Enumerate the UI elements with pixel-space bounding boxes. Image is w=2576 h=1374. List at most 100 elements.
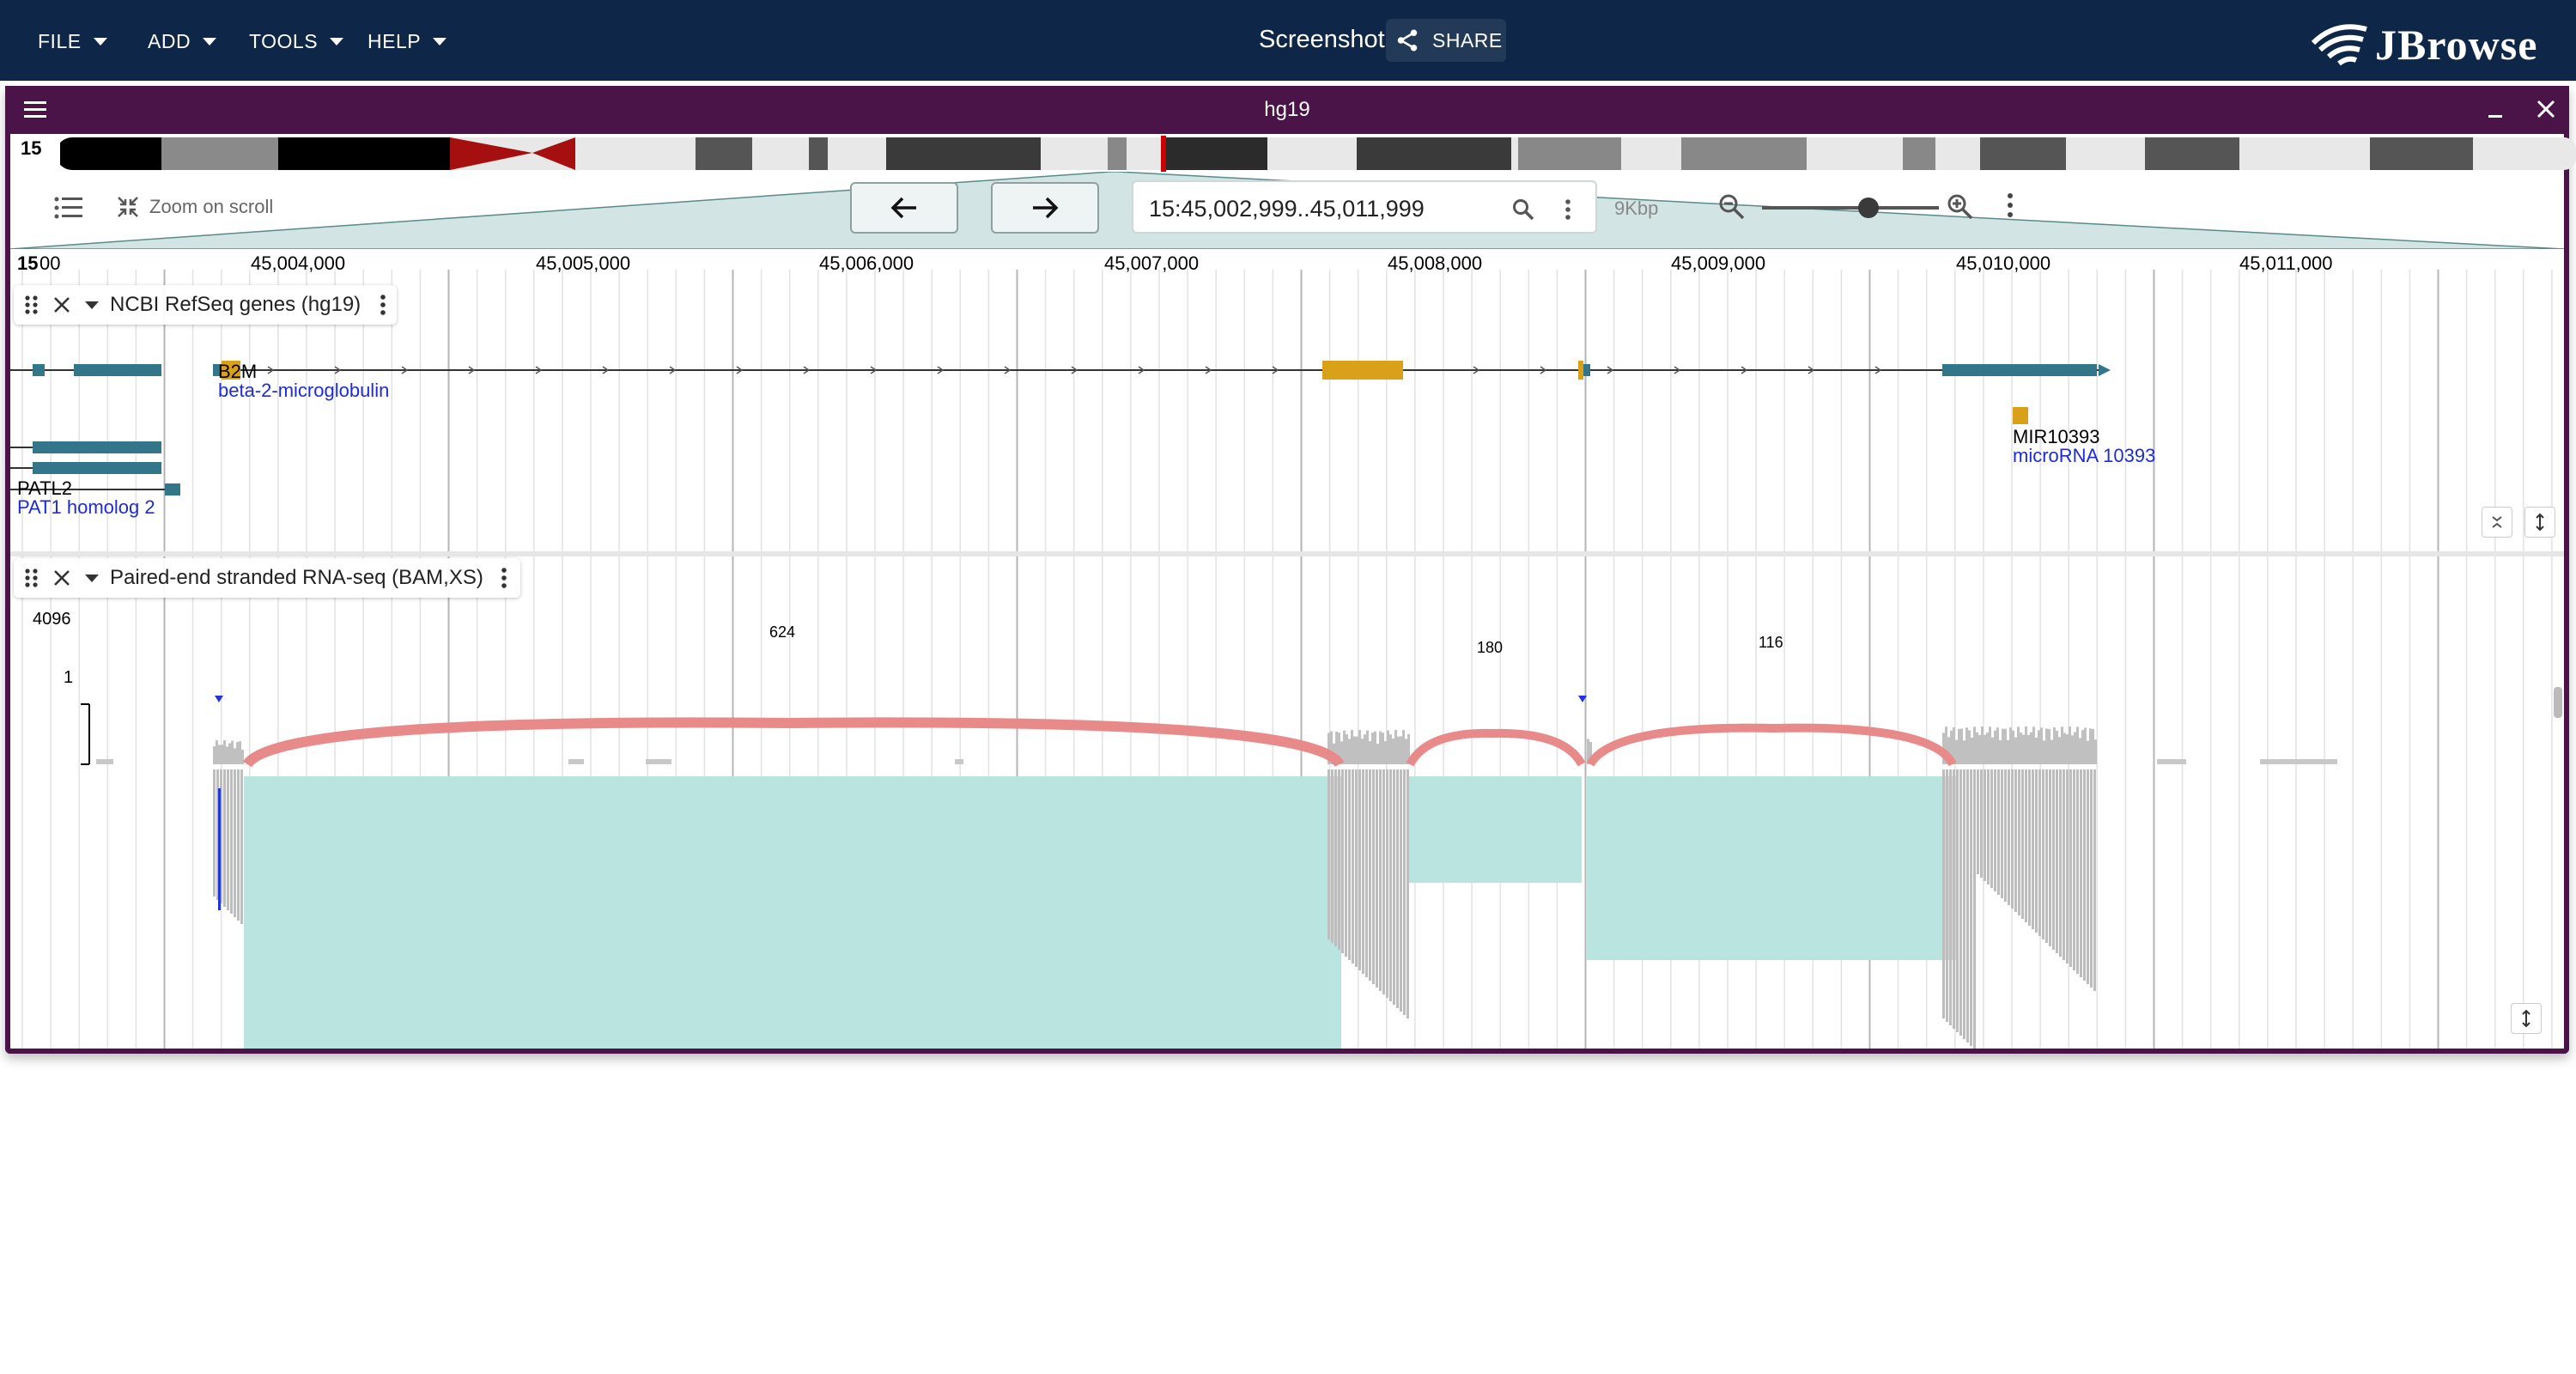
collapse-triangle-icon[interactable] [82,569,101,587]
read-column [1406,769,1409,1018]
coverage-bar [1402,730,1405,764]
collapse-track-button[interactable] [2482,507,2512,538]
coverage-bar [1394,730,1397,764]
splice-junction-arc[interactable] [1406,728,1586,767]
close-icon[interactable] [2533,96,2559,122]
file-menu[interactable]: FILE [38,26,107,57]
location-search-input[interactable]: 15:45,002,999..45,011,999 [1132,180,1597,234]
close-track-icon[interactable] [52,295,72,315]
coverage-bar [1371,733,1374,764]
coverage-bar [1400,736,1402,764]
session-title[interactable]: Screenshot [1259,26,1385,54]
b2m-exon[interactable] [1942,364,2097,376]
coverage-bar [1356,736,1358,764]
chromosome-ideogram[interactable] [60,136,2576,172]
spliced-read-gap[interactable] [244,776,1341,1049]
patl2-exon[interactable] [33,441,161,453]
pan-left-button[interactable] [850,182,958,234]
read-column [1331,769,1334,943]
zoom-slider-thumb[interactable] [1858,198,1879,218]
read-column [2056,769,2058,953]
coverage-bar [2071,735,2074,764]
coverage-bar [1996,727,1999,764]
indel-marker [215,696,223,702]
tools-menu-label: TOOLS [249,29,319,52]
read-column [2032,769,2034,929]
read-column [1365,769,1368,977]
read-column [1338,769,1340,950]
coverage-bar [2045,728,2048,764]
exon[interactable] [74,364,161,376]
b2m-utr[interactable] [1578,361,1583,380]
zoom-on-scroll-toggle[interactable]: Zoom on scroll [115,194,273,220]
read-column [1376,769,1378,988]
read-column [1956,769,1959,1032]
scrollbar-thumb[interactable] [2554,687,2562,718]
drag-handle-icon[interactable] [22,566,41,590]
exon[interactable] [33,364,45,376]
spliced-read-gap[interactable] [1406,776,1582,883]
read-column [1970,769,1972,1046]
patl2-exon[interactable] [165,483,180,495]
resize-track-button[interactable] [2524,507,2555,538]
mir10393-feature[interactable] [2013,407,2028,424]
coverage-bar [2038,730,2040,764]
search-icon[interactable] [1511,198,1535,222]
close-track-icon[interactable] [52,568,72,588]
more-vertical-icon[interactable] [378,293,388,317]
patl2-exon[interactable] [33,462,161,474]
coverage-bar [1384,740,1387,764]
more-vertical-icon[interactable] [1563,198,1573,222]
read-column [1942,769,1945,1018]
track-selector-icon[interactable] [53,194,84,223]
read-column [1977,769,1979,874]
drag-handle-icon[interactable] [22,293,41,317]
more-vertical-icon[interactable] [499,566,509,590]
resize-track-button[interactable] [2511,1003,2542,1034]
read-column [1990,769,1993,888]
minimize-icon[interactable] [2485,98,2506,122]
read-column [2004,769,2007,902]
read-column [237,769,240,921]
coverage-bar [1346,734,1348,764]
read-column [2011,769,2014,909]
tools-menu[interactable]: TOOLS [249,26,344,57]
coverage-bar [2063,733,2066,764]
junction-count: 624 [769,623,796,641]
coverage-bar [568,759,584,764]
more-vertical-icon[interactable] [2004,191,2016,220]
collapse-icon [2492,516,2502,528]
zoom-in-icon[interactable] [1946,192,1975,222]
junction-count: 116 [1759,634,1783,651]
b2m-exon[interactable] [1583,364,1590,376]
read-column [1355,769,1358,967]
read-column [227,769,229,910]
read-column [1994,769,1996,891]
read-column [2087,769,2089,984]
zoom-out-icon[interactable] [1717,192,1747,222]
read-column [2052,769,2055,950]
b2m-utr[interactable] [1322,361,1403,380]
read-column [2025,769,2027,922]
track-separator[interactable] [10,551,2564,556]
spliced-read-gap[interactable] [1587,776,1956,960]
zoom-slider-track[interactable] [1762,206,1939,210]
read-column [2090,769,2093,988]
coverage-bar [218,745,221,764]
pan-right-button[interactable] [991,182,1099,234]
help-menu[interactable]: HELP [368,26,447,57]
collapse-triangle-icon[interactable] [82,296,101,313]
coverage-bar [96,759,113,764]
read-column [2028,769,2031,926]
coverage-bar [2002,728,2004,764]
share-button[interactable]: SHARE [1386,19,1506,62]
coverage-bar [2032,727,2035,764]
read-column [1997,769,2000,895]
add-menu[interactable]: ADD [148,26,217,57]
junction-count: 180 [1477,639,1504,656]
read-column [1963,769,1965,1039]
coverage-bar [1978,734,1981,764]
splice-junction-arc[interactable] [242,717,1345,768]
coverage-bar [223,740,226,764]
read-column [2035,769,2038,933]
